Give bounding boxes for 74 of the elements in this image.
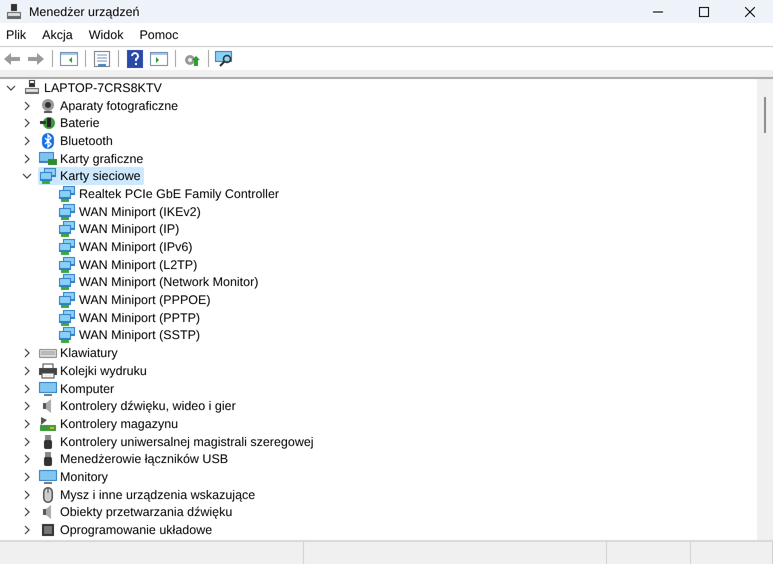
properties-button[interactable] [91,48,113,68]
collapse-chevron-icon[interactable] [22,384,32,394]
tree-item[interactable]: Kontrolery uniwersalnej magistrali szeregowej [38,432,317,451]
tree-item[interactable]: WAN Miniport (SSTP) [57,326,204,344]
collapse-chevron-icon[interactable] [22,525,32,536]
network-icon [58,292,76,308]
scrollbar[interactable] [757,79,773,540]
tree-item[interactable]: Baterie [38,114,103,132]
collapse-chevron-icon[interactable] [22,454,32,464]
window-title: Menedżer urządzeń [29,4,140,18]
network-icon [58,327,76,344]
tree-item[interactable]: Oprogramowanie układowe [38,521,216,540]
collapse-chevron-icon[interactable] [22,490,32,500]
help-button[interactable] [124,48,146,68]
tree-item[interactable]: Obiekty przetwarzania dźwięku [38,503,236,522]
display-card-icon [39,150,57,167]
menu-item[interactable]: Plik [2,24,30,44]
network-icon [58,274,76,290]
network-icon [58,186,76,202]
tree-item[interactable]: WAN Miniport (Network Monitor) [57,273,262,292]
collapse-chevron-icon[interactable] [22,136,32,146]
tree-item[interactable]: Realtek PCIe GbE Family Controller [57,184,282,203]
menu-item[interactable]: Widok [84,24,128,44]
tree-item[interactable]: WAN Miniport (IKEv2) [57,202,204,221]
network-icon [58,221,76,238]
computer-icon [23,80,41,96]
collapse-chevron-icon[interactable] [22,154,32,164]
tree-item[interactable]: Karty graficzne [38,150,146,168]
menu-item[interactable]: Akcja [38,24,77,44]
tree-item[interactable]: Monitory [38,468,111,486]
collapse-chevron-icon[interactable] [22,401,32,412]
tree-item[interactable]: Mysz i inne urządzenia wskazujące [38,486,258,504]
tree-item[interactable]: Komputer [38,380,118,398]
tree-item[interactable]: WAN Miniport (IP) [57,220,182,238]
network-icon [39,168,57,184]
tree-item[interactable]: Karty sieciowe [38,167,144,186]
menu-item[interactable]: Pomoc [135,24,182,44]
bluetooth-icon [39,132,57,149]
network-icon [58,256,76,273]
collapse-chevron-icon[interactable] [22,100,32,111]
tree-item[interactable]: WAN Miniport (IPv6) [57,238,196,256]
tree-item[interactable]: LAPTOP-7CRS8KTV [22,79,165,97]
monitor-icon [39,380,57,397]
collapse-chevron-icon[interactable] [22,348,32,358]
collapse-chevron-icon[interactable] [22,436,32,447]
close-icon [745,6,755,16]
expand-chevron-icon[interactable] [6,82,16,93]
tree-item[interactable]: WAN Miniport (PPPOE) [57,291,214,310]
tree-item[interactable]: Kontrolery dźwięku, wideo i gier [38,397,239,416]
tree-item[interactable]: Aparaty fotograficzne [38,96,182,115]
expand-chevron-icon[interactable] [22,171,32,182]
collapse-chevron-icon[interactable] [22,366,32,376]
collapse-chevron-icon[interactable] [22,472,32,482]
storage-controller-icon [39,416,57,432]
tree-item[interactable]: Menedżerowie łączników USB [38,450,232,468]
monitor-icon [39,468,57,485]
webcam-icon [39,98,57,114]
collapse-chevron-icon[interactable] [22,418,32,429]
network-icon [58,310,76,326]
network-icon [58,204,76,220]
battery-plug-icon [39,115,57,132]
maximize-icon [699,6,709,16]
tree-item[interactable]: Kontrolery magazynu [38,414,182,433]
tree-item[interactable]: WAN Miniport (L2TP) [57,256,200,274]
collapse-chevron-icon[interactable] [22,507,32,518]
tree-item[interactable]: Kolejki wydruku [38,362,150,380]
tree-item[interactable]: Bluetooth [38,132,116,150]
app-icon [6,4,22,20]
tree-item[interactable]: WAN Miniport (PPTP) [57,308,204,327]
chip-icon [39,522,57,538]
collapse-chevron-icon[interactable] [22,118,32,128]
tree-item[interactable]: Klawiatury [38,344,121,362]
network-icon [58,239,76,256]
printer-icon [39,362,57,379]
